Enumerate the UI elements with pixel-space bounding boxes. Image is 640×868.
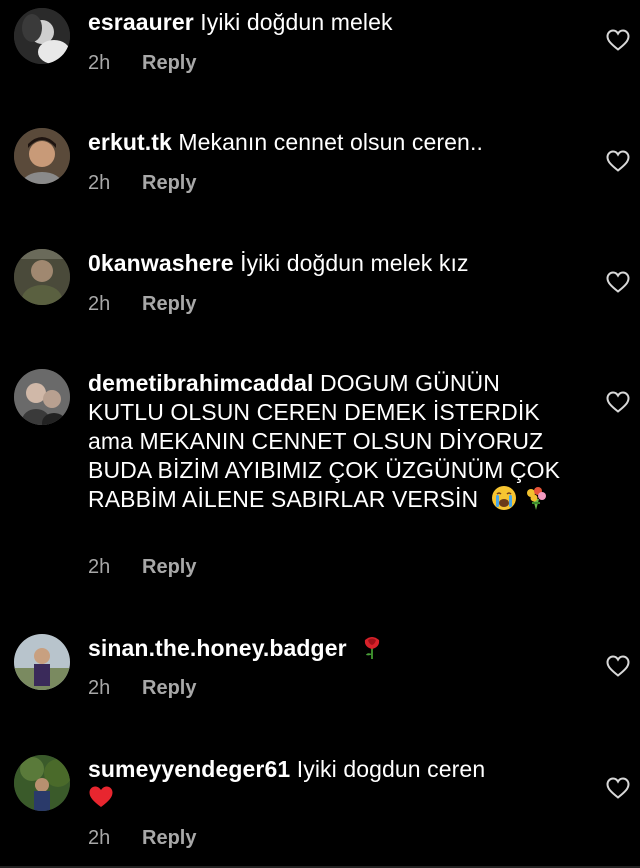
heart-outline-icon[interactable] [606, 391, 630, 413]
reply-button[interactable]: Reply [142, 827, 196, 849]
avatar[interactable] [14, 128, 70, 184]
comment-username[interactable]: sumeyyendeger61 [88, 756, 290, 782]
comment-timestamp: 2h [88, 172, 111, 194]
rose-emoji [359, 634, 385, 660]
comment-timestamp: 2h [88, 827, 111, 849]
reply-button[interactable]: Reply [142, 556, 196, 578]
reply-button[interactable]: Reply [142, 52, 196, 74]
avatar[interactable] [14, 634, 70, 690]
comment-text: Mekanın cennet olsun ceren.. [178, 129, 483, 155]
reply-button[interactable]: Reply [142, 293, 196, 315]
comment-timestamp: 2h [88, 293, 111, 315]
comment-text: İyiki doğdun melek kız [240, 250, 469, 276]
reply-button[interactable]: Reply [142, 677, 196, 699]
comment-timestamp: 2h [88, 677, 111, 699]
avatar[interactable] [14, 755, 70, 811]
heart-outline-icon[interactable] [606, 150, 630, 172]
red-heart-emoji [88, 784, 114, 810]
avatar[interactable] [14, 249, 70, 305]
heart-outline-icon[interactable] [606, 29, 630, 51]
heart-outline-icon[interactable] [606, 271, 630, 293]
comment-timestamp: 2h [88, 52, 111, 74]
comment-username[interactable]: sinan.the.honey.badger [88, 635, 347, 661]
reply-button[interactable]: Reply [142, 172, 196, 194]
avatar[interactable] [14, 369, 70, 425]
comment-username[interactable]: erkut.tk [88, 129, 172, 155]
crying-face-emoji [491, 485, 517, 511]
comment-username[interactable]: esraaurer [88, 9, 194, 35]
comment-text: Iyiki dogdun ceren [296, 756, 486, 782]
bouquet-emoji [523, 485, 549, 511]
comment-username[interactable]: 0kanwashere [88, 250, 234, 276]
comment-username[interactable]: demetibrahimcaddal [88, 370, 313, 396]
avatar[interactable] [14, 8, 70, 64]
heart-outline-icon[interactable] [606, 655, 630, 677]
heart-outline-icon[interactable] [606, 777, 630, 799]
comment-text: Iyiki doğdun melek [200, 9, 393, 35]
comment-timestamp: 2h [88, 556, 111, 578]
